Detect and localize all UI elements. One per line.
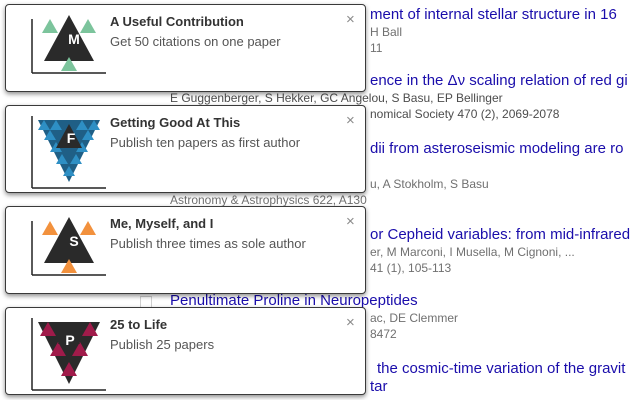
close-icon[interactable]: ×: [346, 113, 355, 128]
result-title-link[interactable]: ment of internal stellar structure in 16: [370, 6, 617, 24]
achievement-notification[interactable]: M A Useful Contribution Get 50 citations…: [5, 4, 366, 92]
result-authors: er, M Marconi, I Musella, M Cignoni, ...: [370, 245, 575, 259]
result-authors: u, A Stokholm, S Basu: [370, 177, 489, 191]
achievement-badge-icon: [28, 110, 110, 192]
achievement-message: Publish three times as sole author: [110, 236, 306, 251]
result-title-link[interactable]: the cosmic-time variation of the gravit: [377, 360, 625, 378]
close-icon[interactable]: ×: [346, 315, 355, 330]
achievement-notification[interactable]: F Getting Good At This Publish ten paper…: [5, 105, 366, 193]
achievement-message: Publish ten papers as first author: [110, 135, 301, 150]
result-authors: ac, DE Clemmer: [370, 311, 459, 325]
result-source: 11: [370, 41, 383, 55]
achievement-title: Getting Good At This: [110, 115, 241, 130]
close-icon[interactable]: ×: [346, 214, 355, 229]
result-authors: H Ball: [370, 25, 403, 39]
badge-letter: M: [68, 31, 80, 47]
achievement-notification[interactable]: P 25 to Life Publish 25 papers ×: [5, 307, 366, 395]
result-title-link[interactable]: dii from asteroseismic modeling are ro: [370, 140, 623, 158]
achievement-badge-icon: [28, 9, 110, 91]
achievement-title: A Useful Contribution: [110, 14, 244, 29]
achievement-title: 25 to Life: [110, 317, 168, 332]
close-icon[interactable]: ×: [346, 12, 355, 27]
result-source: 8472: [370, 327, 397, 341]
achievement-badge-icon: [28, 312, 110, 394]
result-title-link[interactable]: or Cepheid variables: from mid-infrared: [370, 226, 630, 244]
result-title-link[interactable]: ence in the Δν scaling relation of red g…: [370, 72, 628, 90]
result-authors: E Guggenberger, S Hekker, GC Angelou, S …: [170, 91, 503, 105]
achievement-title: Me, Myself, and I: [110, 216, 214, 231]
achievement-badge-icon: [28, 211, 110, 293]
result-source: nomical Society 470 (2), 2069-2078: [370, 107, 560, 121]
result-source: 41 (1), 105-113: [370, 261, 452, 275]
achievement-message: Get 50 citations on one paper: [110, 34, 281, 49]
badge-letter: P: [65, 332, 75, 348]
badge-letter: S: [69, 233, 79, 249]
badge-letter: F: [66, 130, 76, 146]
achievement-message: Publish 25 papers: [110, 337, 215, 352]
achievement-notification[interactable]: S Me, Myself, and I Publish three times …: [5, 206, 366, 294]
result-title-link-cont[interactable]: tar: [370, 378, 625, 396]
